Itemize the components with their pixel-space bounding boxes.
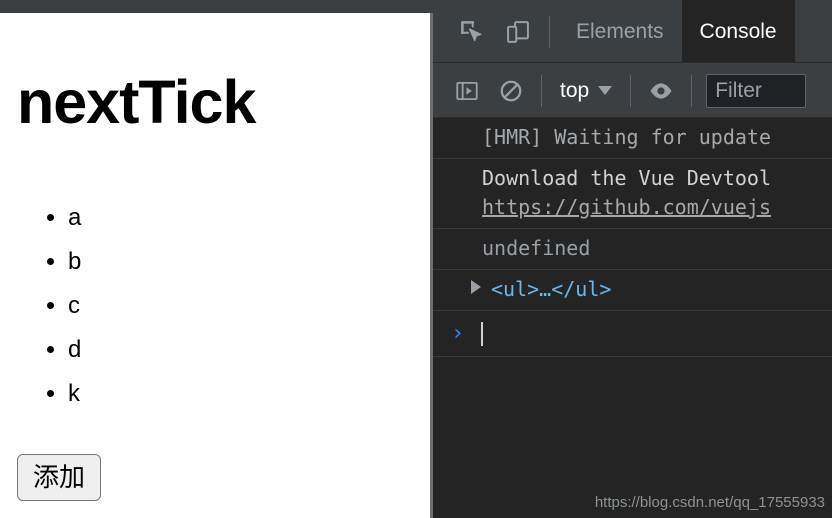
console-result-undefined: undefined — [433, 229, 832, 270]
toolbar-separator — [541, 74, 542, 107]
web-page-viewport: nextTick a b c d k 添加 — [0, 13, 433, 518]
devtools-tabbar: Elements Console — [433, 0, 832, 63]
list-item: b — [68, 240, 81, 284]
screenshot-root: nextTick a b c d k 添加 — [0, 0, 832, 518]
console-log-area: [HMR] Waiting for update Download the Vu… — [433, 118, 832, 518]
devtools-panel: Elements Console top Filter [HMR] Waitin… — [433, 0, 832, 518]
add-button[interactable]: 添加 — [17, 454, 101, 501]
text-cursor — [481, 321, 484, 346]
tab-elements[interactable]: Elements — [558, 0, 682, 63]
clear-console-icon[interactable] — [489, 63, 533, 118]
tab-console[interactable]: Console — [681, 0, 795, 63]
list-item: a — [68, 196, 81, 240]
console-message-hmr: [HMR] Waiting for update — [433, 118, 832, 159]
console-message-link[interactable]: https://github.com/vuejs — [482, 193, 828, 222]
expand-triangle-icon[interactable] — [471, 280, 481, 294]
device-toolbar-icon[interactable] — [495, 0, 541, 63]
chevron-down-icon — [598, 86, 613, 95]
console-sidebar-icon[interactable] — [445, 63, 489, 118]
console-object-label: <ul>…</ul> — [491, 277, 612, 301]
list-item: c — [68, 284, 81, 328]
toolbar-separator — [549, 15, 550, 48]
console-context-label: top — [560, 78, 590, 102]
prompt-chevron-icon: › — [451, 320, 465, 346]
toolbar-separator — [691, 74, 693, 107]
console-toolbar: top — [433, 63, 832, 118]
filter-input[interactable] — [706, 73, 807, 108]
page-title: nextTick — [17, 68, 256, 136]
console-message-text: Download the Vue Devtool — [482, 166, 771, 190]
live-expression-eye-icon[interactable] — [639, 63, 683, 118]
list-item: k — [68, 372, 81, 416]
inspect-element-icon[interactable] — [449, 0, 495, 63]
list-item: d — [68, 328, 81, 372]
item-list: a b c d k — [40, 196, 81, 416]
console-message-vue-devtools: Download the Vue Devtool https://github.… — [433, 159, 832, 229]
toolbar-separator — [630, 74, 632, 107]
watermark: https://blog.csdn.net/qq_17555933 — [594, 494, 825, 511]
console-prompt-row[interactable]: › — [433, 311, 832, 357]
console-object-ul[interactable]: <ul>…</ul> — [433, 270, 832, 311]
console-context-selector[interactable]: top — [550, 63, 622, 118]
